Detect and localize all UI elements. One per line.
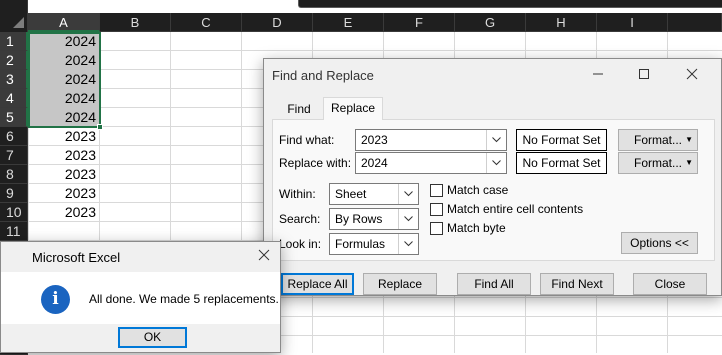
- cell-a10[interactable]: 2023: [28, 203, 100, 222]
- replace-with-dropdown[interactable]: [486, 153, 506, 173]
- column-header-a[interactable]: A: [28, 13, 100, 32]
- message-close-button[interactable]: [244, 240, 284, 270]
- row-header-10[interactable]: 10: [0, 203, 28, 222]
- within-select[interactable]: Sheet: [329, 183, 419, 205]
- options-button[interactable]: Options <<: [621, 232, 698, 254]
- chevron-down-icon: [492, 137, 501, 143]
- message-box: Microsoft Excel i All done. We made 5 re…: [0, 241, 281, 353]
- row-header-5[interactable]: 5: [0, 108, 28, 127]
- ok-button[interactable]: OK: [118, 327, 187, 348]
- cell-a8[interactable]: 2023: [28, 165, 100, 184]
- replace-format-label: Format...: [633, 156, 682, 170]
- find-format-preview: No Format Set: [516, 129, 607, 151]
- column-header-d[interactable]: D: [242, 13, 313, 32]
- close-window-button[interactable]: [669, 59, 715, 91]
- maximize-icon: [639, 69, 649, 79]
- find-next-button[interactable]: Find Next: [540, 273, 614, 295]
- dropdown-arrow-icon: ▼: [685, 135, 693, 144]
- find-what-dropdown[interactable]: [486, 130, 506, 150]
- replace-with-value: 2024: [361, 156, 388, 170]
- selection-border: [28, 32, 101, 128]
- column-header-h[interactable]: H: [526, 13, 597, 32]
- search-dropdown[interactable]: [398, 209, 418, 229]
- replace-format-preview: No Format Set: [516, 152, 607, 174]
- find-replace-dialog: Find and Replace Find Replace Find what:…: [263, 58, 722, 296]
- row-header-2[interactable]: 2: [0, 51, 28, 70]
- column-header-f[interactable]: F: [384, 13, 455, 32]
- dropdown-arrow-icon: ▼: [685, 158, 693, 167]
- column-header-e[interactable]: E: [313, 13, 384, 32]
- row-header-1[interactable]: 1: [0, 32, 28, 51]
- close-icon: [258, 249, 270, 261]
- match-case-checkbox[interactable]: [430, 184, 443, 197]
- replace-with-input[interactable]: 2024: [355, 152, 507, 174]
- row-header-8[interactable]: 8: [0, 165, 28, 184]
- title-bar-edge: [298, 0, 722, 8]
- column-header-j[interactable]: [668, 13, 722, 32]
- column-header-c[interactable]: C: [171, 13, 242, 32]
- replace-format-button[interactable]: Format... ▼: [618, 152, 698, 174]
- minimize-button[interactable]: [575, 59, 621, 91]
- find-what-value: 2023: [361, 133, 388, 147]
- tab-find-label: Find: [287, 102, 311, 116]
- within-value: Sheet: [335, 187, 367, 201]
- find-format-label: Format...: [633, 133, 682, 147]
- look-in-select[interactable]: Formulas: [329, 233, 419, 255]
- search-value: By Rows: [335, 212, 383, 226]
- minimize-icon: [593, 73, 603, 75]
- row-header-9[interactable]: 9: [0, 184, 28, 203]
- within-label: Within:: [279, 187, 316, 201]
- match-entire-checkbox[interactable]: [430, 203, 443, 216]
- row-header-6[interactable]: 6: [0, 127, 28, 146]
- match-entire-label: Match entire cell contents: [447, 202, 584, 216]
- message-text: All done. We made 5 replacements.: [89, 292, 279, 306]
- column-header-b[interactable]: B: [100, 13, 171, 32]
- chevron-down-icon: [404, 216, 413, 222]
- chevron-down-icon: [404, 241, 413, 247]
- row-header-4[interactable]: 4: [0, 89, 28, 108]
- replace-with-label: Replace with:: [279, 156, 352, 170]
- cell-a7[interactable]: 2023: [28, 146, 100, 165]
- column-header-i[interactable]: I: [597, 13, 668, 32]
- match-case-label: Match case: [447, 183, 509, 197]
- tab-replace-label: Replace: [330, 101, 376, 115]
- look-in-value: Formulas: [335, 237, 386, 251]
- tab-replace[interactable]: Replace: [323, 97, 383, 120]
- maximize-button[interactable]: [621, 59, 667, 91]
- find-what-input[interactable]: 2023: [355, 129, 507, 151]
- search-select[interactable]: By Rows: [329, 208, 419, 230]
- message-box-title: Microsoft Excel: [32, 250, 121, 265]
- chevron-down-icon: [492, 160, 501, 166]
- message-body: i All done. We made 5 replacements.: [1, 272, 280, 324]
- match-byte-checkbox[interactable]: [430, 222, 443, 235]
- column-header-g[interactable]: G: [455, 13, 526, 32]
- row-header-3[interactable]: 3: [0, 70, 28, 89]
- row-header-11[interactable]: 11: [0, 222, 28, 241]
- search-label: Search:: [279, 212, 321, 226]
- tab-find[interactable]: Find: [280, 99, 318, 120]
- chevron-down-icon: [404, 191, 413, 197]
- cell-a9[interactable]: 2023: [28, 184, 100, 203]
- replace-all-button[interactable]: Replace All: [281, 273, 354, 295]
- row-header-7[interactable]: 7: [0, 146, 28, 165]
- info-icon: i: [41, 285, 70, 314]
- look-in-dropdown[interactable]: [398, 234, 418, 254]
- find-all-button[interactable]: Find All: [457, 273, 531, 295]
- dialog-title: Find and Replace: [272, 68, 374, 83]
- match-byte-label: Match byte: [447, 221, 506, 235]
- find-format-button[interactable]: Format... ▼: [618, 129, 698, 151]
- within-dropdown[interactable]: [398, 184, 418, 204]
- replace-button[interactable]: Replace: [363, 273, 437, 295]
- select-all-triangle-icon: [13, 17, 24, 28]
- close-button[interactable]: Close: [633, 273, 707, 295]
- fill-handle[interactable]: [97, 124, 103, 130]
- find-what-label: Find what:: [279, 133, 335, 147]
- cell-a6[interactable]: 2023: [28, 127, 100, 146]
- look-in-label: Look in:: [279, 237, 322, 251]
- close-icon: [686, 68, 698, 80]
